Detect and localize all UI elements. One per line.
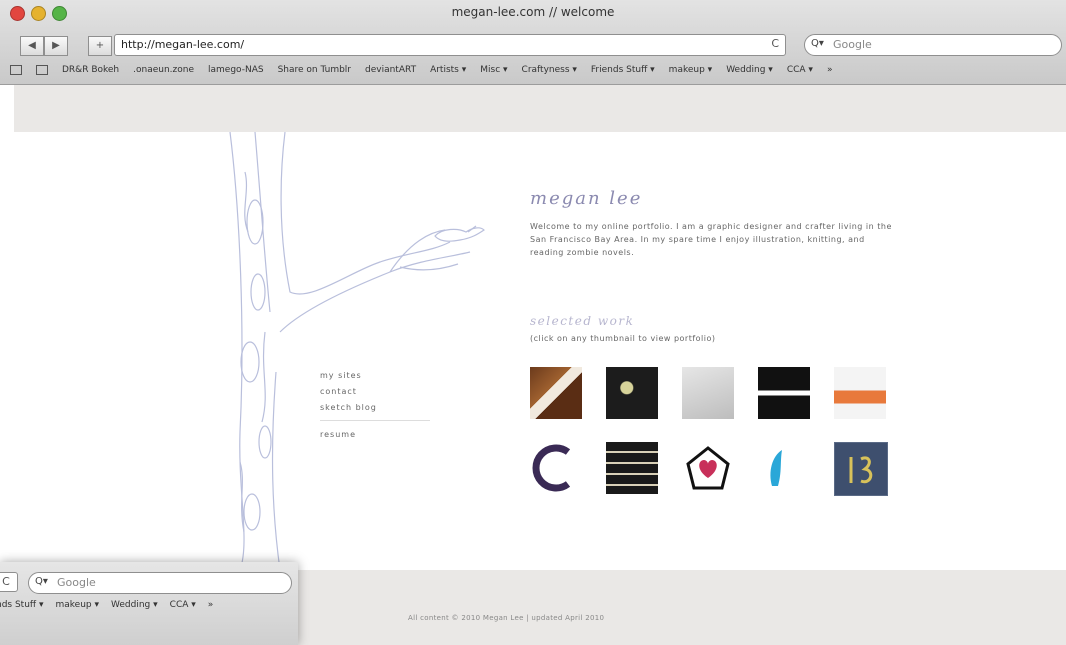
bookmarks-overflow[interactable]: » — [208, 600, 214, 610]
portfolio-thumbnail[interactable] — [758, 367, 810, 419]
search-icon: Q▾ — [35, 576, 48, 587]
bookmark-item[interactable]: makeup ▾ — [56, 600, 100, 610]
browser-chrome: megan-lee.com // welcome ◀ ▶ + http://me… — [0, 0, 1066, 85]
portfolio-thumbnail[interactable] — [606, 442, 658, 494]
bookmarks-bar: nds Stuff ▾ makeup ▾ Wedding ▾ CCA ▾ » — [0, 600, 213, 610]
bookmark-item[interactable]: CCA ▾ — [787, 65, 813, 75]
portfolio-thumbnail[interactable] — [530, 367, 582, 419]
number-thumbnail — [849, 456, 873, 484]
search-field[interactable]: Q▾ Google — [28, 572, 292, 594]
nav-link-contact[interactable]: contact — [320, 384, 430, 400]
forward-button[interactable]: ▶ — [44, 36, 68, 56]
bookmark-item[interactable]: lamego-NAS — [208, 65, 264, 75]
selected-work-subtitle: (click on any thumbnail to view portfoli… — [530, 334, 716, 343]
heart-thumbnail — [686, 446, 730, 490]
search-icon: Q▾ — [811, 38, 824, 49]
portfolio-thumbnail[interactable] — [606, 367, 658, 419]
bookmark-item[interactable]: Misc ▾ — [480, 65, 507, 75]
bookmark-item[interactable]: deviantART — [365, 65, 416, 75]
grid-icon[interactable] — [36, 65, 48, 75]
portfolio-thumbnail[interactable] — [834, 442, 888, 496]
add-bookmark-button[interactable]: + — [88, 36, 112, 56]
reload-button[interactable]: C — [771, 37, 779, 50]
window-title: megan-lee.com // welcome — [451, 5, 615, 19]
bookmark-item[interactable]: Wedding ▾ — [726, 65, 773, 75]
bookmark-item[interactable]: Artists ▾ — [430, 65, 466, 75]
c-logo-thumbnail — [532, 444, 571, 492]
search-field[interactable]: Q▾ Google — [804, 34, 1062, 56]
bookmarks-bar: DR&R Bokeh .onaeun.zone lamego-NAS Share… — [10, 62, 832, 78]
back-button[interactable]: ◀ — [20, 36, 44, 56]
intro-text: Welcome to my online portfolio. I am a g… — [530, 222, 892, 257]
selected-work-heading: selected work — [530, 314, 635, 328]
bookmark-item[interactable]: Friends Stuff ▾ — [591, 65, 655, 75]
search-placeholder: Google — [833, 38, 872, 51]
bookmark-item[interactable]: nds Stuff ▾ — [0, 600, 44, 610]
page-header-band — [14, 85, 1066, 132]
zoomed-toolbar-inset: C Q▾ Google nds Stuff ▾ makeup ▾ Wedding… — [0, 562, 298, 645]
nav-link-my-sites[interactable]: my sites — [320, 368, 430, 384]
tree-illustration — [229, 132, 485, 570]
bookmark-item[interactable]: Craftyness ▾ — [522, 65, 577, 75]
portfolio-thumbnail[interactable] — [682, 442, 734, 494]
nav-link-resume[interactable]: resume — [320, 427, 430, 443]
portfolio-thumbnail[interactable] — [758, 442, 810, 494]
portfolio-thumbnail[interactable] — [530, 442, 582, 494]
bookmark-item[interactable]: DR&R Bokeh — [62, 65, 119, 75]
site-name: megan lee — [530, 188, 643, 209]
nav-divider — [320, 420, 430, 421]
bookmark-item[interactable]: .onaeun.zone — [133, 65, 194, 75]
portfolio-thumbnail[interactable] — [834, 367, 886, 419]
book-icon[interactable] — [10, 65, 22, 75]
url-text: http://megan-lee.com/ — [121, 38, 245, 51]
bookmarks-overflow[interactable]: » — [827, 65, 833, 75]
bookmark-item[interactable]: Wedding ▾ — [111, 600, 158, 610]
footer-copyright: All content © 2010 Megan Lee | updated A… — [408, 614, 605, 622]
reload-button[interactable]: C — [0, 572, 18, 592]
bookmark-item[interactable]: CCA ▾ — [170, 600, 196, 610]
nav-link-sketch-blog[interactable]: sketch blog — [320, 400, 430, 416]
bookmark-item[interactable]: Share on Tumblr — [278, 65, 351, 75]
bird-thumbnail — [770, 450, 782, 486]
site-nav: my sites contact sketch blog resume — [320, 368, 430, 443]
bookmark-item[interactable]: makeup ▾ — [669, 65, 713, 75]
address-bar[interactable]: http://megan-lee.com/ C — [114, 34, 786, 56]
search-placeholder: Google — [57, 576, 96, 589]
portfolio-thumbnail[interactable] — [682, 367, 734, 419]
